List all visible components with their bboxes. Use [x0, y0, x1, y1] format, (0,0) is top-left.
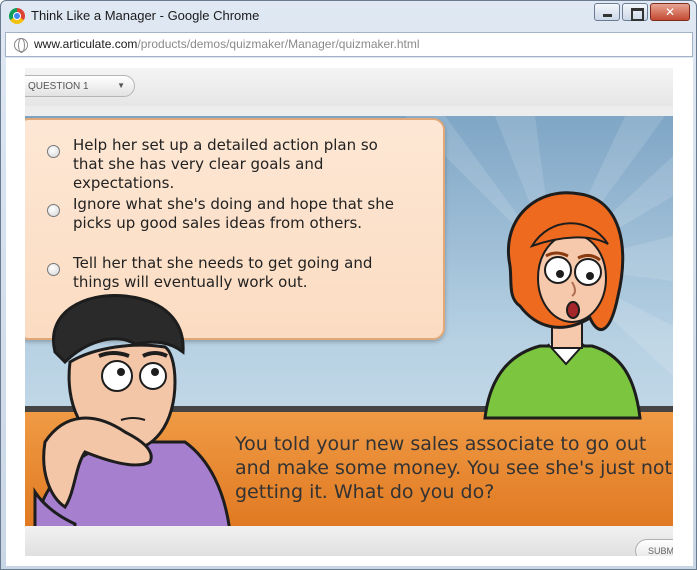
page-content: QUESTION 1 ▼ Help her set up a detailed … [6, 58, 693, 566]
player-top-bar: QUESTION 1 ▼ [25, 68, 673, 106]
question-text: You told your new sales associate to go … [235, 433, 672, 503]
globe-icon [14, 38, 28, 53]
minimize-button[interactable] [594, 3, 620, 21]
address-bar[interactable]: www.articulate.com/products/demos/quizma… [5, 32, 693, 57]
answer-option-2-radio[interactable] [47, 204, 60, 217]
answer-option-2-label[interactable]: Ignore what she's doing and hope that sh… [73, 195, 413, 233]
url-host: www.articulate.com [34, 37, 138, 51]
window-controls [594, 3, 690, 21]
answer-option-3[interactable]: Tell her that she needs to get going and… [47, 254, 413, 292]
man-character [33, 293, 231, 526]
question-dropdown-label: QUESTION 1 [28, 81, 89, 92]
answer-option-1[interactable]: Help her set up a detailed action plan s… [47, 136, 413, 193]
window-title: Think Like a Manager - Google Chrome [31, 8, 260, 23]
answer-option-1-radio[interactable] [47, 145, 60, 158]
maximize-button[interactable] [622, 3, 648, 21]
answer-option-2[interactable]: Ignore what she's doing and hope that sh… [47, 195, 413, 233]
chevron-down-icon: ▼ [117, 81, 125, 90]
submit-button[interactable]: SUBMIT [635, 539, 673, 556]
browser-window: Think Like a Manager - Google Chrome www… [0, 0, 697, 570]
url-path: /products/demos/quizmaker/Manager/quizma… [137, 37, 420, 51]
answer-option-3-radio[interactable] [47, 263, 60, 276]
woman-character [483, 191, 642, 420]
quiz-slide: Help her set up a detailed action plan s… [25, 116, 673, 526]
question-dropdown[interactable]: QUESTION 1 ▼ [25, 75, 135, 97]
chrome-icon [9, 8, 25, 24]
answer-option-1-label[interactable]: Help her set up a detailed action plan s… [73, 136, 413, 193]
player-bottom-bar: SUBMIT [25, 526, 673, 556]
url-text[interactable]: www.articulate.com/products/demos/quizma… [34, 37, 420, 51]
quiz-player: QUESTION 1 ▼ Help her set up a detailed … [25, 68, 673, 556]
answer-option-3-label[interactable]: Tell her that she needs to get going and… [73, 254, 413, 292]
title-bar: Think Like a Manager - Google Chrome [1, 1, 696, 31]
close-button[interactable] [650, 3, 690, 21]
